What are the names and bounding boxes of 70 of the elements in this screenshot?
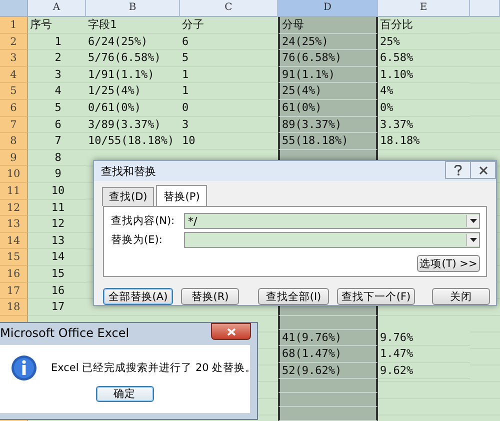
table-cell: 分子 (180, 17, 278, 34)
row-header[interactable]: 7 (0, 116, 28, 134)
ok-button[interactable]: 确定 (96, 386, 154, 402)
row-header[interactable]: 14 (0, 232, 28, 250)
dropdown-arrow-icon (470, 219, 476, 223)
table-cell: 13 (28, 232, 86, 250)
find-label: 查找内容(N): (111, 214, 176, 228)
message-box-title: Microsoft Office Excel (0, 325, 130, 342)
info-icon (11, 355, 37, 381)
table-cell: 0/61(0%) (86, 100, 180, 117)
column-header[interactable]: B (86, 0, 180, 17)
dialog-button[interactable]: 关闭 (432, 288, 490, 305)
table-cell: 8 (28, 150, 86, 166)
dialog-tab[interactable]: 查找(D) (102, 187, 154, 206)
table-cell: 3 (28, 66, 86, 84)
dialog-tab[interactable]: 替换(P) (156, 185, 207, 206)
close-icon (478, 166, 488, 174)
row-header[interactable]: 5 (0, 83, 28, 100)
dialog-button[interactable]: 查找全部(I) (258, 288, 329, 305)
dialog-button[interactable]: 替换(R) (181, 288, 239, 305)
dialog-button[interactable]: 查找下一个(F) (337, 288, 415, 305)
table-cell: 0 (180, 100, 278, 117)
row-header[interactable]: 3 (0, 50, 28, 67)
question-mark-icon (454, 164, 462, 176)
table-cell: 89(3.37%) (278, 116, 378, 134)
table-cell: 分母 (278, 17, 378, 34)
table-cell: 24(25%) (278, 34, 378, 50)
replace-field[interactable] (184, 232, 480, 248)
table-cell: 61(0%) (278, 100, 378, 117)
find-field[interactable]: */ (184, 213, 480, 229)
replace-label: 替换为(E): (111, 233, 164, 247)
row-header[interactable]: 2 (0, 34, 28, 50)
row-header[interactable]: 8 (0, 133, 28, 150)
table-cell: 1.10% (378, 66, 470, 84)
table-cell: 9.76% (378, 330, 470, 346)
table-cell: 序号 (28, 17, 86, 34)
table-cell: 百分比 (378, 17, 470, 34)
column-header[interactable]: C (180, 0, 278, 17)
column-header[interactable]: D (278, 0, 378, 17)
table-cell: 字段1 (86, 17, 180, 34)
row-header[interactable]: 1 (0, 17, 28, 34)
table-cell: 1.47% (378, 346, 470, 363)
table-cell: 68(1.47%) (278, 346, 378, 363)
table-cell: 55(18.18%) (278, 133, 378, 150)
table-cell: 41(9.76%) (278, 330, 378, 346)
table-cell: 0% (378, 100, 470, 117)
close-icon (226, 328, 236, 336)
table-cell: 10 (28, 182, 86, 200)
table-cell: 91(1.1%) (278, 66, 378, 84)
dropdown-arrow-icon (470, 238, 476, 242)
table-cell: 1/91(1.1%) (86, 66, 180, 84)
column-header[interactable]: E (378, 0, 470, 17)
message-text: Excel 已经完成搜索并进行了 20 处替换。 (51, 361, 256, 375)
row-header[interactable]: 10 (0, 166, 28, 183)
row-header[interactable]: 18 (0, 299, 28, 316)
table-cell: 25(4%) (278, 83, 378, 100)
row-header[interactable]: 17 (0, 282, 28, 300)
dialog-button[interactable]: 全部替换(A) (103, 288, 173, 305)
row-header[interactable]: 15 (0, 249, 28, 266)
close-button[interactable] (211, 323, 251, 340)
table-cell: 9.62% (378, 362, 470, 380)
options-button[interactable]: 选项(T) >> (417, 255, 480, 272)
close-button[interactable] (470, 161, 496, 179)
help-button[interactable] (445, 161, 471, 179)
row-header[interactable]: 12 (0, 200, 28, 216)
column-header[interactable]: A (28, 0, 86, 17)
table-cell: 76(6.58%) (278, 50, 378, 67)
dialog-title: 查找和替换 (101, 164, 156, 178)
row-header[interactable]: 13 (0, 216, 28, 233)
table-cell: 52(9.62%) (278, 362, 378, 380)
